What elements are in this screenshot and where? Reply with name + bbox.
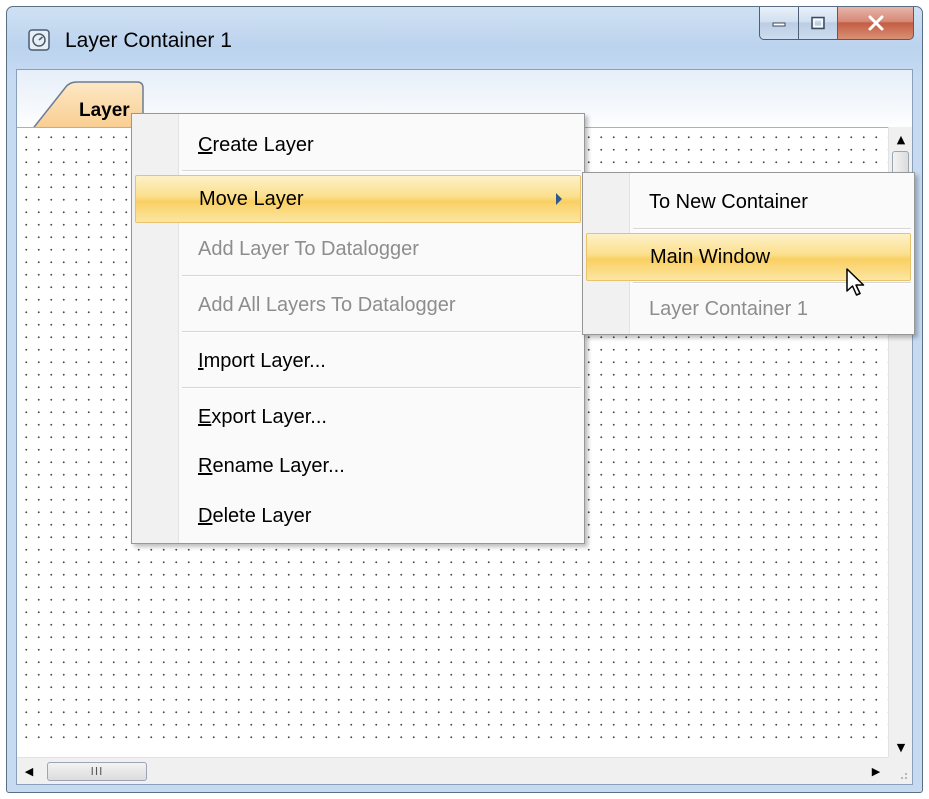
menu-separator <box>182 387 581 389</box>
menu-item-add-layer-to-datalogger[interactable]: Add Layer To Datalogger <box>135 225 581 273</box>
menu-separator <box>182 170 581 172</box>
menu-item-label: Layer Container 1 <box>649 297 808 320</box>
minimize-button[interactable] <box>759 7 799 40</box>
gauge-app-icon <box>28 29 50 51</box>
menu-item-create-layer[interactable]: Create Layer <box>135 121 581 169</box>
menu-separator <box>633 282 911 284</box>
menu-item-add-all-layers-to-datalogger[interactable]: Add All Layers To Datalogger <box>135 281 581 329</box>
tab-label: Layer <box>79 100 130 121</box>
horizontal-scrollbar[interactable]: ◀ III ▶ <box>17 757 888 784</box>
menu-item-label: Move Layer <box>199 187 304 210</box>
scroll-left-arrow-icon[interactable]: ◀ <box>17 758 41 785</box>
menu-item-export-layer[interactable]: Export Layer... <box>135 393 581 441</box>
menu-item-label: Import Layer... <box>198 349 326 372</box>
scroll-right-arrow-icon[interactable]: ▶ <box>864 758 888 785</box>
menu-item-label: Delete Layer <box>198 504 312 527</box>
menu-item-label: Export Layer... <box>198 405 327 428</box>
move-layer-submenu: To New Container Main Window Layer Conta… <box>582 172 915 335</box>
menu-item-import-layer[interactable]: Import Layer... <box>135 337 581 385</box>
menu-item-delete-layer[interactable]: Delete Layer <box>135 492 581 540</box>
scroll-up-arrow-icon[interactable]: ▲ <box>889 127 913 151</box>
menu-separator <box>182 331 581 333</box>
maximize-button[interactable] <box>799 7 838 40</box>
maximize-icon <box>811 16 825 30</box>
menu-item-label: Add Layer To Datalogger <box>198 237 419 260</box>
title-bar[interactable]: Layer Container 1 <box>7 7 922 69</box>
menu-separator <box>182 275 581 277</box>
minimize-icon <box>772 22 786 27</box>
menu-item-label: To New Container <box>649 190 808 213</box>
submenu-item-to-new-container[interactable]: To New Container <box>586 178 911 226</box>
window-title: Layer Container 1 <box>65 29 232 52</box>
horizontal-scroll-thumb[interactable]: III <box>47 762 147 781</box>
menu-item-move-layer[interactable]: Move Layer <box>135 175 581 223</box>
menu-item-label: Add All Layers To Datalogger <box>198 293 456 316</box>
close-icon <box>868 15 883 31</box>
scroll-down-arrow-icon[interactable]: ▼ <box>889 735 913 759</box>
menu-separator <box>633 228 911 230</box>
menu-item-label: Main Window <box>650 245 771 268</box>
submenu-arrow-icon <box>556 193 562 205</box>
caption-buttons <box>759 7 914 41</box>
close-button[interactable] <box>838 7 914 40</box>
layer-context-menu: Create Layer Move Layer Add Layer To Dat… <box>131 113 585 544</box>
resize-grip-icon[interactable] <box>888 757 912 784</box>
menu-item-label: Create Layer <box>198 133 314 156</box>
menu-item-label: Rename Layer... <box>198 454 345 477</box>
menu-item-rename-layer[interactable]: Rename Layer... <box>135 442 581 490</box>
mouse-pointer-icon <box>846 268 865 296</box>
